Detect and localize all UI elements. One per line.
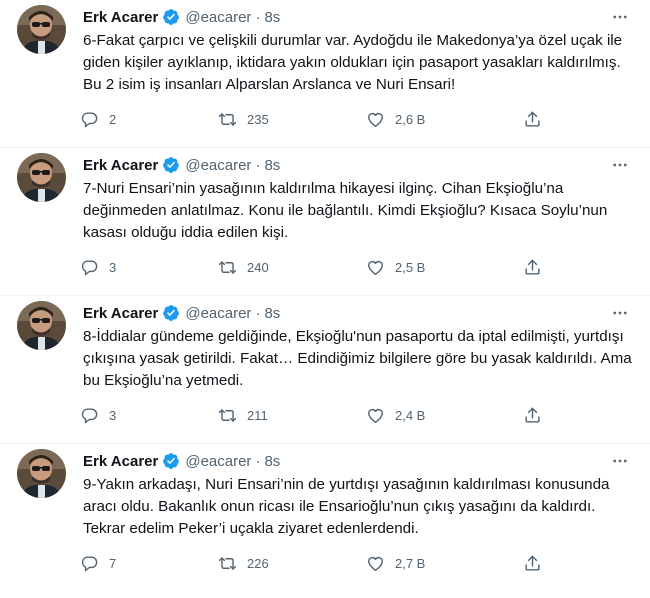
separator-dot: · [255, 8, 261, 26]
retweet-count: 235 [247, 111, 269, 127]
reply-count: 3 [109, 407, 117, 423]
share-button[interactable] [523, 107, 542, 131]
tweet-actions: 3 211 2,4 B [80, 403, 550, 427]
timestamp[interactable]: 8s [264, 9, 280, 26]
share-button[interactable] [523, 403, 542, 427]
more-icon[interactable] [610, 155, 630, 175]
reply-count: 7 [109, 555, 117, 571]
author-handle[interactable]: @eacarer [185, 9, 251, 26]
verified-badge-icon [162, 304, 180, 322]
separator-dot: · [255, 452, 261, 470]
reply-button[interactable]: 3 [80, 255, 116, 279]
reply-icon [80, 554, 99, 573]
author-handle[interactable]: @eacarer [185, 157, 251, 174]
separator-dot: · [255, 304, 261, 322]
avatar[interactable] [17, 153, 66, 202]
verified-badge-icon [162, 8, 180, 26]
author-handle[interactable]: @eacarer [185, 305, 251, 322]
reply-icon [80, 406, 99, 425]
share-icon [523, 110, 542, 129]
tweet-actions: 2 235 2,6 B [80, 107, 550, 131]
tweet-text: 7-Nuri Ensari’nin yasağının kaldırılma h… [83, 180, 608, 241]
reply-button[interactable]: 7 [80, 551, 116, 575]
retweet-button[interactable]: 240 [218, 255, 269, 279]
author-name[interactable]: Erk Acarer [83, 453, 158, 470]
retweet-icon [218, 258, 237, 277]
like-button[interactable]: 2,5 B [366, 255, 425, 279]
reply-count: 3 [109, 259, 117, 275]
author-name[interactable]: Erk Acarer [83, 9, 158, 26]
tweet-text: 6-Fakat çarpıcı ve çelişkili durumlar va… [83, 32, 623, 93]
like-icon [366, 554, 385, 573]
timestamp[interactable]: 8s [264, 157, 280, 174]
tweet[interactable]: Erk Acarer @eacarer · 8s 6-Fakat çarpıcı… [0, 0, 650, 148]
tweet[interactable]: Erk Acarer @eacarer · 8s 9-Yakın arkadaş… [0, 444, 650, 598]
tweet-text: 8-İddialar gündeme geldiğinde, Ekşioğlu'… [83, 328, 632, 389]
like-count: 2,7 B [395, 555, 426, 571]
reply-count: 2 [109, 111, 117, 127]
retweet-count: 240 [247, 259, 269, 275]
tweet-actions: 7 226 2,7 B [80, 551, 550, 575]
share-button[interactable] [523, 255, 542, 279]
avatar[interactable] [17, 301, 66, 350]
retweet-count: 211 [247, 407, 268, 423]
tweet-header: Erk Acarer @eacarer · 8s [83, 450, 630, 472]
like-button[interactable]: 2,6 B [366, 107, 425, 131]
like-count: 2,5 B [395, 259, 426, 275]
tweet-header: Erk Acarer @eacarer · 8s [83, 154, 630, 176]
reply-icon [80, 258, 99, 277]
share-button[interactable] [523, 551, 542, 575]
tweet-text: 9-Yakın arkadaşı, Nuri Ensari’nin de yur… [83, 476, 610, 537]
share-icon [523, 406, 542, 425]
reply-icon [80, 110, 99, 129]
verified-badge-icon [162, 452, 180, 470]
more-icon[interactable] [610, 303, 630, 323]
like-icon [366, 406, 385, 425]
retweet-count: 226 [247, 555, 269, 571]
like-button[interactable]: 2,7 B [366, 551, 425, 575]
tweet[interactable]: Erk Acarer @eacarer · 8s 7-Nuri Ensari’n… [0, 148, 650, 296]
timestamp[interactable]: 8s [264, 305, 280, 322]
avatar[interactable] [17, 449, 66, 498]
retweet-icon [218, 110, 237, 129]
retweet-button[interactable]: 211 [218, 403, 268, 427]
author-name[interactable]: Erk Acarer [83, 157, 158, 174]
like-icon [366, 258, 385, 277]
more-icon[interactable] [610, 7, 630, 27]
retweet-button[interactable]: 226 [218, 551, 269, 575]
like-button[interactable]: 2,4 B [366, 403, 425, 427]
share-icon [523, 258, 542, 277]
share-icon [523, 554, 542, 573]
author-name[interactable]: Erk Acarer [83, 305, 158, 322]
reply-button[interactable]: 3 [80, 403, 116, 427]
tweet-actions: 3 240 2,5 B [80, 255, 550, 279]
tweet-thread: Erk Acarer @eacarer · 8s 6-Fakat çarpıcı… [0, 0, 650, 598]
like-icon [366, 110, 385, 129]
more-icon[interactable] [610, 451, 630, 471]
retweet-icon [218, 554, 237, 573]
tweet[interactable]: Erk Acarer @eacarer · 8s 8-İddialar günd… [0, 296, 650, 444]
author-handle[interactable]: @eacarer [185, 453, 251, 470]
verified-badge-icon [162, 156, 180, 174]
timestamp[interactable]: 8s [264, 453, 280, 470]
tweet-header: Erk Acarer @eacarer · 8s [83, 302, 630, 324]
tweet-header: Erk Acarer @eacarer · 8s [83, 6, 630, 28]
avatar[interactable] [17, 5, 66, 54]
retweet-button[interactable]: 235 [218, 107, 269, 131]
like-count: 2,6 B [395, 111, 426, 127]
reply-button[interactable]: 2 [80, 107, 116, 131]
like-count: 2,4 B [395, 407, 426, 423]
separator-dot: · [255, 156, 261, 174]
retweet-icon [218, 406, 237, 425]
